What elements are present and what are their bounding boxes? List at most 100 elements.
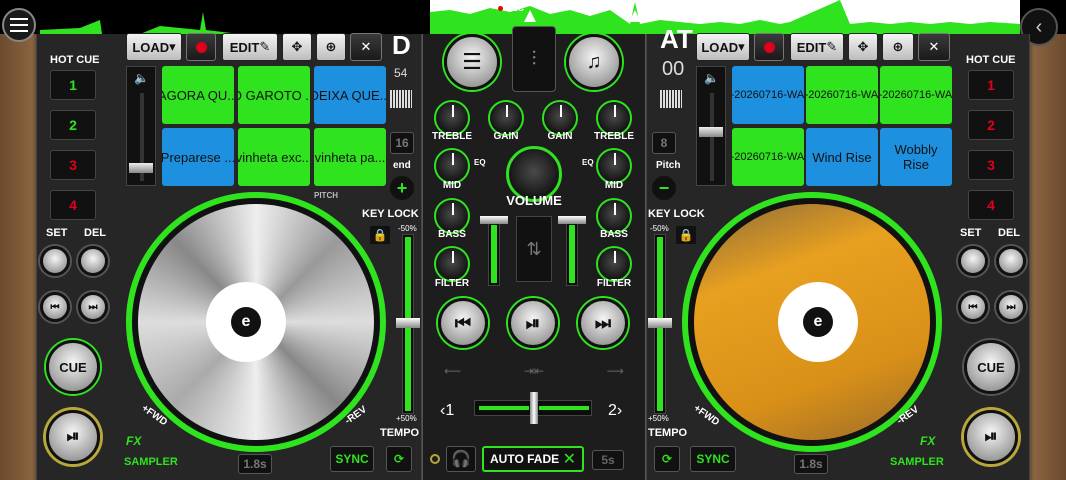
right-next-cue-button[interactable]: ⏭ [996, 292, 1026, 322]
right-record-button[interactable] [754, 33, 784, 61]
right-pad-5[interactable]: Wind Rise [806, 128, 878, 186]
left-tempo-label: TEMPO [380, 427, 420, 439]
left-pad-6[interactable]: vinheta pa... [314, 128, 386, 186]
left-move-button[interactable]: ✥ [282, 33, 312, 61]
master-play-pause-button[interactable]: ⏯ [508, 298, 558, 348]
headphones-button[interactable]: 🎧 [446, 446, 476, 472]
right-play-pause-button[interactable]: ⏯ [964, 410, 1018, 464]
left-pad-2[interactable]: O GAROTO ... [238, 66, 310, 124]
auto-fade-button[interactable]: AUTO FADE ✕ [482, 446, 584, 472]
left-hot-cue-4[interactable]: 4 [50, 190, 96, 220]
left-bass-label: BASS [438, 229, 466, 240]
menu-button[interactable] [2, 8, 36, 42]
crossfader-deck-1-label[interactable]: ‹1 [440, 402, 454, 420]
right-loop-time[interactable]: 1.8s [794, 454, 828, 474]
auto-fade-time[interactable]: 5s [592, 450, 624, 470]
left-treble-label: TREBLE [432, 131, 472, 142]
left-record-button[interactable] [186, 33, 216, 61]
left-target-button[interactable]: ⊕ [316, 33, 346, 61]
sync-link-button[interactable]: ⇅ [516, 216, 552, 282]
right-edit-button[interactable]: EDIT ✎ [790, 33, 844, 61]
reset-cycle-icon: ⟳ [393, 452, 405, 466]
right-mid-knob[interactable] [596, 148, 632, 184]
right-pad-4[interactable]: AUD-20260716-WA0218 [732, 128, 804, 186]
right-pad-1[interactable]: AUD-20260716-WA0218 [732, 66, 804, 124]
right-bpm-partial: 00 [662, 58, 685, 80]
right-hot-cue-2[interactable]: 2 [968, 110, 1014, 140]
right-pitch-minus-button[interactable]: − [652, 176, 676, 200]
left-waveform[interactable] [40, 0, 430, 34]
left-loop-time[interactable]: 1.8s [238, 454, 272, 474]
right-target-button[interactable]: ⊕ [882, 33, 914, 61]
left-mid-knob[interactable] [434, 148, 470, 184]
music-library-button[interactable]: ♫ [566, 34, 622, 90]
left-tempo-handle[interactable] [396, 318, 420, 328]
left-number-badge: 16 [390, 132, 414, 154]
left-del-button[interactable] [78, 246, 108, 276]
left-transport-prev-button[interactable]: ⏮ [438, 298, 488, 348]
right-sampler-label[interactable]: SAMPLER [890, 456, 944, 468]
left-pitch-plus-button[interactable]: + [390, 176, 414, 200]
right-load-button[interactable]: LOAD ▾ [696, 33, 750, 61]
crossfader-handle[interactable] [530, 392, 538, 424]
right-filter-knob[interactable] [596, 246, 632, 282]
right-cue-button[interactable]: CUE [964, 340, 1018, 394]
left-channel-fader-handle[interactable] [480, 216, 508, 224]
left-sync-button[interactable]: SYNC [330, 446, 374, 472]
right-hot-cue-4[interactable]: 4 [968, 190, 1014, 220]
right-set-button[interactable] [958, 246, 988, 276]
minus-icon: − [658, 177, 670, 198]
right-filter-label: FILTER [596, 278, 632, 289]
left-filter-knob[interactable] [434, 246, 470, 282]
left-load-button[interactable]: LOAD ▾ [126, 33, 182, 61]
left-sampler-label[interactable]: SAMPLER [124, 456, 178, 468]
right-move-button[interactable]: ✥ [848, 33, 878, 61]
left-play-pause-button[interactable]: ⏯ [46, 410, 100, 464]
left-hot-cue-1[interactable]: 1 [50, 70, 96, 100]
right-channel-fader[interactable] [566, 220, 578, 286]
left-fx-label[interactable]: FX [126, 434, 141, 448]
right-sync-button[interactable]: SYNC [690, 446, 736, 472]
left-gain-handle[interactable] [129, 163, 153, 173]
right-key-lock-button[interactable]: 🔒 [676, 226, 696, 244]
left-channel-gain[interactable]: 🔈 [126, 66, 156, 186]
left-channel-fader[interactable] [488, 220, 500, 286]
left-set-button[interactable] [40, 246, 70, 276]
right-pad-6[interactable]: Wobbly Rise [880, 128, 952, 186]
right-key-lock-label: KEY LOCK [648, 208, 705, 220]
left-pad-4[interactable]: Preparese ... [162, 128, 234, 186]
crossfader-deck-2-label[interactable]: 2› [608, 402, 622, 420]
arrows-in-icon: ⇥⇤ [523, 364, 545, 378]
crossfader-left-fill [479, 406, 529, 410]
right-del-button[interactable] [996, 246, 1026, 276]
mixer-settings-button[interactable]: ⫶ [512, 26, 556, 92]
left-key-lock-button[interactable]: 🔒 [370, 226, 390, 244]
left-hot-cue-3[interactable]: 3 [50, 150, 96, 180]
left-next-cue-button[interactable]: ⏭ [78, 292, 108, 322]
right-hot-cue-3[interactable]: 3 [968, 150, 1014, 180]
left-cue-button[interactable]: CUE [46, 340, 100, 394]
right-reset-button[interactable]: ⟳ [654, 446, 680, 472]
playlist-button[interactable]: ☰ [444, 34, 500, 90]
right-pad-3[interactable]: AUD-20260716-WA0218 [880, 66, 952, 124]
left-pad-3[interactable]: DEIXA QUE... [314, 66, 386, 124]
left-close-button[interactable]: ✕ [350, 33, 382, 61]
right-channel-fader-handle[interactable] [558, 216, 586, 224]
left-hot-cue-2[interactable]: 2 [50, 110, 96, 140]
right-fx-label[interactable]: FX [920, 434, 935, 448]
left-pad-5[interactable]: vinheta exc... [238, 128, 310, 186]
left-prev-cue-button[interactable]: ⏮ [40, 292, 70, 322]
dropdown-arrow-icon: ▾ [738, 39, 745, 54]
right-close-button[interactable]: ✕ [918, 33, 950, 61]
left-reset-button[interactable]: ⟳ [386, 446, 412, 472]
right-tempo-handle[interactable] [648, 318, 672, 328]
right-channel-gain[interactable]: 🔈 [696, 66, 726, 186]
right-pad-2[interactable]: AUD-20260716-WA0218 [806, 66, 878, 124]
left-eq-label: EQ [474, 158, 486, 167]
left-pad-1[interactable]: AGORA QU... [162, 66, 234, 124]
right-transport-next-button[interactable]: ⏭ [578, 298, 628, 348]
right-prev-cue-button[interactable]: ⏮ [958, 292, 988, 322]
left-edit-button[interactable]: EDIT ✎ [222, 33, 278, 61]
right-hot-cue-1[interactable]: 1 [968, 70, 1014, 100]
right-gain-handle[interactable] [699, 127, 723, 137]
